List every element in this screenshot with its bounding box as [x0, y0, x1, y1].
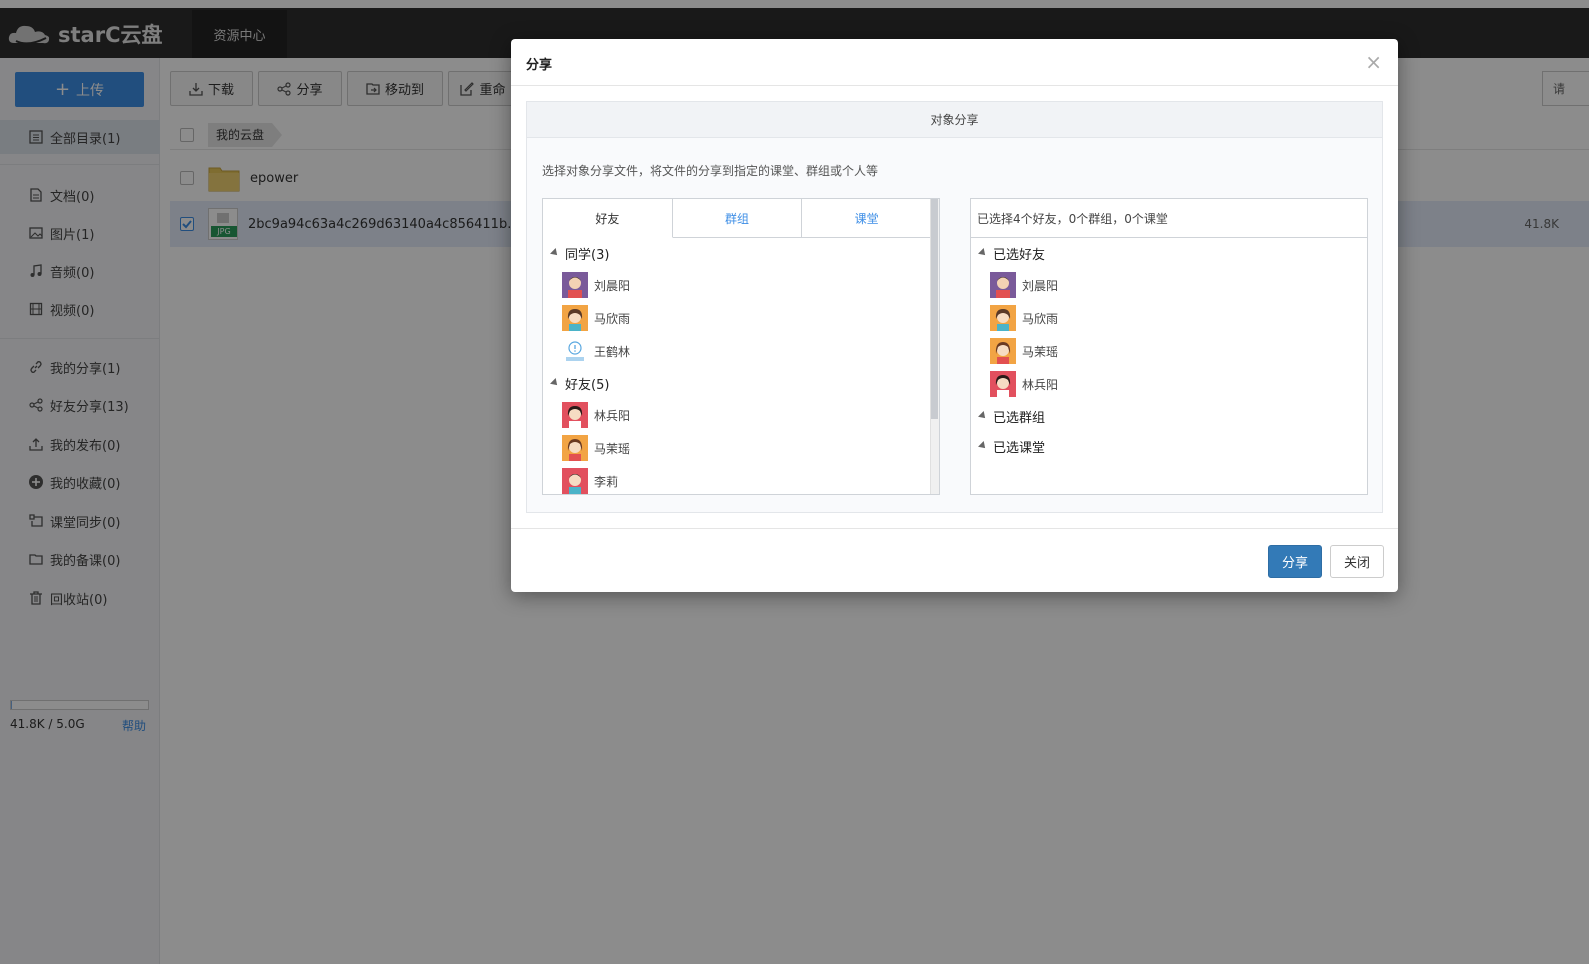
avatar-female-icon [562, 402, 588, 428]
panel-title: 对象分享 [527, 102, 1382, 138]
group-selected-friends[interactable]: 已选好友 [978, 241, 1046, 265]
person-name: 马欣雨 [594, 311, 631, 326]
person-name: 刘晨阳 [1022, 278, 1059, 293]
list-item[interactable]: 林兵阳 [990, 370, 1058, 398]
list-item[interactable]: 王鹤林 [562, 337, 630, 365]
scrollbar[interactable] [930, 199, 939, 494]
group-label: 已选群组 [993, 410, 1046, 426]
avatar-female-icon [562, 305, 588, 331]
list-item[interactable]: 马茉瑶 [990, 337, 1058, 365]
group-classmates[interactable]: 同学(3) [550, 241, 610, 265]
selected-recipients: 已选择4个好友，0个群组，0个课堂 已选好友 刘晨阳 马欣雨 马茉瑶 林兵阳 已… [970, 198, 1368, 495]
list-item[interactable]: 马欣雨 [990, 304, 1058, 332]
group-selected-classes[interactable]: 已选课堂 [978, 434, 1046, 458]
group-selected-groups[interactable]: 已选群组 [978, 404, 1046, 428]
avatar-male-icon [562, 468, 588, 494]
object-share-panel: 对象分享 选择对象分享文件，将文件的分享到指定的课堂、群组或个人等 好友 群组 … [526, 101, 1383, 513]
panel-description: 选择对象分享文件，将文件的分享到指定的课堂、群组或个人等 [542, 164, 879, 178]
list-item[interactable]: 刘晨阳 [990, 271, 1058, 299]
share-dialog: 分享 × 对象分享 选择对象分享文件，将文件的分享到指定的课堂、群组或个人等 好… [511, 39, 1398, 592]
close-icon[interactable]: × [1365, 52, 1382, 72]
person-name: 林兵阳 [1022, 377, 1059, 392]
no-image-icon [562, 338, 588, 364]
list-item[interactable]: 马欣雨 [562, 304, 630, 332]
tab-groups[interactable]: 群组 [672, 199, 803, 237]
person-name: 刘晨阳 [594, 278, 631, 293]
person-name: 李莉 [594, 474, 619, 489]
avatar-female-icon [990, 338, 1016, 364]
list-item[interactable]: 李莉 [562, 467, 619, 494]
avatar-male-icon [990, 272, 1016, 298]
person-name: 王鹤林 [594, 344, 631, 359]
selected-summary: 已选择4个好友，0个群组，0个课堂 [971, 199, 1367, 238]
close-button[interactable]: 关闭 [1330, 545, 1384, 578]
expand-triangle-icon [978, 248, 988, 258]
group-friends[interactable]: 好友(5) [550, 371, 610, 395]
person-name: 马茉瑶 [594, 441, 631, 456]
avatar-male-icon [562, 272, 588, 298]
recipient-tabs: 好友 群组 课堂 [543, 199, 932, 238]
expand-triangle-icon [550, 378, 560, 388]
list-item[interactable]: 马茉瑶 [562, 434, 630, 462]
group-label: 同学(3) [565, 247, 610, 263]
list-item[interactable]: 刘晨阳 [562, 271, 630, 299]
group-label: 已选好友 [993, 247, 1046, 263]
confirm-share-button[interactable]: 分享 [1268, 545, 1322, 578]
expand-triangle-icon [978, 411, 988, 421]
person-name: 林兵阳 [594, 408, 631, 423]
avatar-female-icon [990, 371, 1016, 397]
tab-classes[interactable]: 课堂 [802, 199, 932, 237]
person-name: 马茉瑶 [1022, 344, 1059, 359]
recipient-picker: 好友 群组 课堂 同学(3) 刘晨阳 马欣雨 王鹤林 好友(5) 林兵阳 马茉瑶… [542, 198, 940, 495]
list-item[interactable]: 林兵阳 [562, 401, 630, 429]
tab-friends[interactable]: 好友 [543, 199, 673, 238]
dialog-title: 分享 [526, 58, 553, 73]
expand-triangle-icon [550, 248, 560, 258]
dialog-footer: 分享 关闭 [511, 528, 1398, 592]
group-label: 好友(5) [565, 377, 610, 393]
group-label: 已选课堂 [993, 440, 1046, 456]
avatar-female-icon [562, 435, 588, 461]
expand-triangle-icon [978, 441, 988, 451]
avatar-female-icon [990, 305, 1016, 331]
person-name: 马欣雨 [1022, 311, 1059, 326]
dialog-header: 分享 × [511, 39, 1398, 86]
scrollbar-thumb[interactable] [931, 199, 938, 419]
